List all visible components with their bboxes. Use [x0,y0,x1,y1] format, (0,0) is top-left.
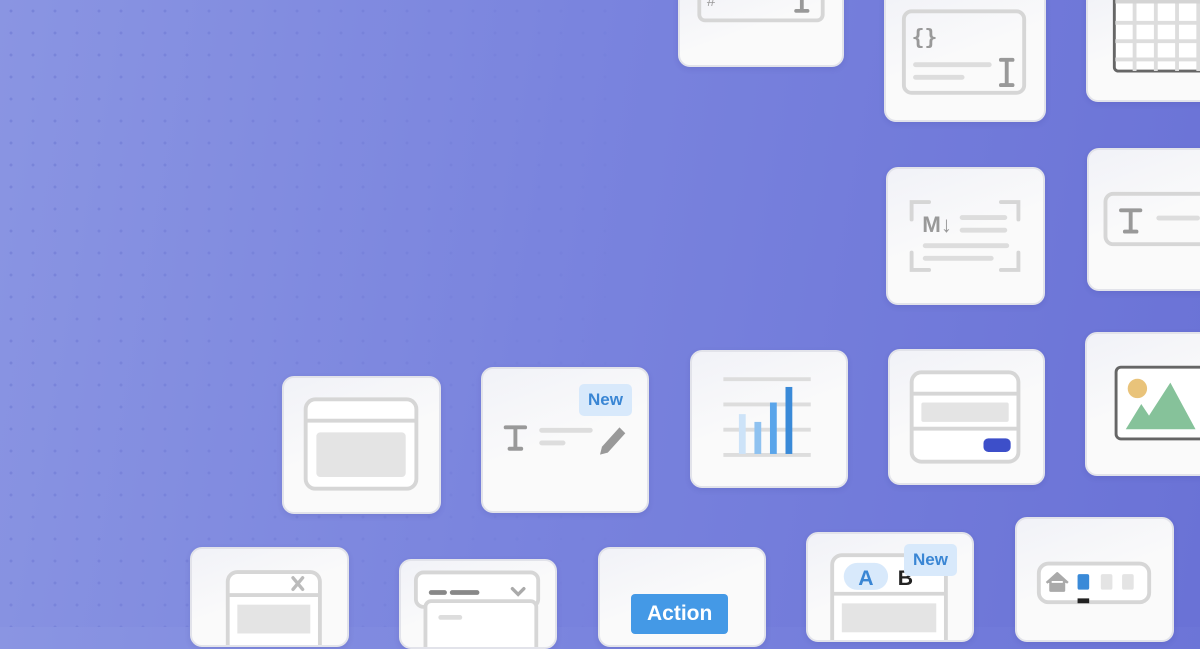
tile-number-input[interactable]: # [678,0,844,67]
table-icon [1112,0,1200,73]
tile-button[interactable]: Action [598,547,766,647]
tile-code-input[interactable]: {} [884,0,1046,122]
svg-text:A: A [858,567,873,590]
dialog-icon [225,570,322,645]
text-input-icon [1103,191,1200,247]
tile-bar-chart[interactable] [690,350,848,488]
tile-navigation[interactable] [1015,517,1174,642]
tile-text-input[interactable] [1087,148,1200,291]
text-edit-icon [503,425,626,455]
svg-text:#: # [707,0,716,10]
tile-table[interactable] [1086,0,1200,102]
image-icon [1114,365,1200,441]
number-input-icon: # [697,0,825,23]
dropdown-icon [413,570,541,647]
dot-pattern [0,0,620,627]
tile-markdown[interactable]: M↓ [886,167,1045,305]
bar-chart-icon [723,377,811,457]
new-badge: New [904,544,957,576]
markdown-icon: M↓ [909,200,1021,272]
tile-text-edit[interactable]: New [481,367,649,513]
action-button[interactable]: Action [631,594,729,634]
form-icon [909,370,1021,464]
tile-image[interactable] [1085,332,1200,476]
tile-dialog[interactable] [190,547,349,647]
tile-dropdown[interactable] [399,559,557,649]
tile-tabs[interactable]: AB New [806,532,974,642]
tile-form[interactable] [888,349,1045,485]
breadcrumb-icon [1036,561,1152,605]
svg-text:{}: {} [912,25,938,50]
tile-card[interactable] [282,376,441,514]
svg-text:M↓: M↓ [922,212,952,237]
card-icon [303,397,419,491]
code-input-icon: {} [901,9,1027,95]
